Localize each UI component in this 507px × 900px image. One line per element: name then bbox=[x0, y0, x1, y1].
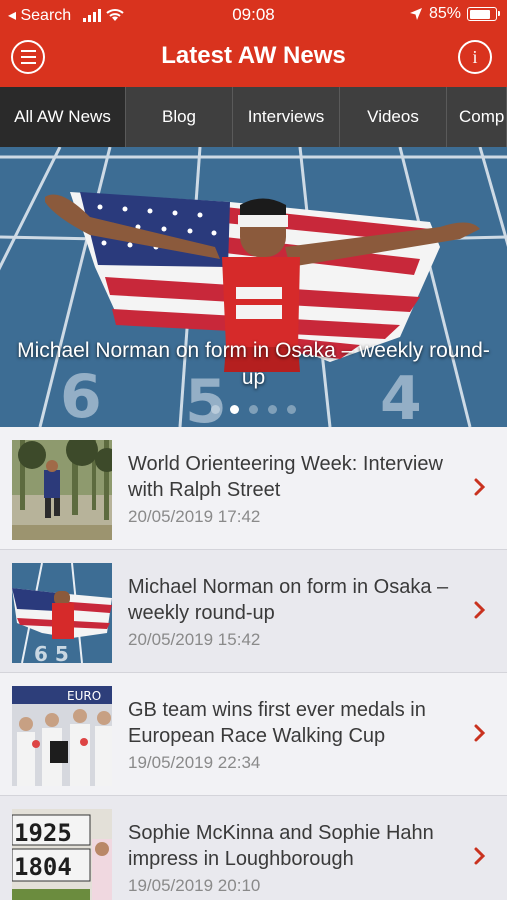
carousel-dot[interactable] bbox=[287, 405, 296, 414]
list-item[interactable]: EURO GB team wins first ever medals in E… bbox=[0, 673, 507, 796]
article-date: 20/05/2019 17:42 bbox=[128, 507, 261, 526]
article-list: World Orienteering Week: Interview with … bbox=[0, 427, 507, 900]
carousel-dot[interactable] bbox=[211, 405, 220, 414]
info-icon: i bbox=[472, 46, 478, 67]
hero-caption[interactable]: Michael Norman on form in Osaka – weekly… bbox=[10, 337, 497, 391]
article-thumbnail: 1925 1804 bbox=[12, 809, 112, 900]
tab-blog[interactable]: Blog bbox=[126, 87, 233, 147]
status-bar: ◂ Search 09:08 85% bbox=[0, 0, 507, 30]
article-date: 20/05/2019 15:42 bbox=[128, 630, 261, 649]
carousel-dot[interactable] bbox=[268, 405, 277, 414]
page-title: Latest AW News bbox=[161, 42, 346, 69]
article-headline: Sophie McKinna and Sophie Hahn impress i… bbox=[128, 822, 434, 870]
battery-fill bbox=[469, 9, 490, 19]
list-item[interactable]: World Orienteering Week: Interview with … bbox=[0, 427, 507, 550]
chevron-right-icon bbox=[474, 601, 486, 619]
chevron-right-icon bbox=[474, 847, 486, 865]
svg-text:1804: 1804 bbox=[14, 853, 72, 881]
info-button[interactable]: i bbox=[458, 40, 492, 74]
article-thumbnail bbox=[12, 440, 112, 540]
svg-text:EURO: EURO bbox=[67, 689, 101, 703]
battery-percent: 85% bbox=[428, 5, 461, 22]
list-item[interactable]: 1925 1804 Sophie McKinna and Sophie Hahn… bbox=[0, 796, 507, 900]
carousel-pagination[interactable] bbox=[0, 405, 507, 414]
article-headline: GB team wins first ever medals in Europe… bbox=[128, 699, 426, 747]
list-item[interactable]: 6 5 Michael Norman on form in Osaka – we… bbox=[0, 550, 507, 673]
svg-text:6 5: 6 5 bbox=[34, 642, 69, 663]
tab-competitions[interactable]: Comp bbox=[447, 87, 507, 147]
battery-icon bbox=[467, 7, 500, 21]
chevron-right-icon bbox=[474, 478, 486, 496]
article-headline: Michael Norman on form in Osaka – weekly… bbox=[128, 576, 449, 624]
tab-interviews[interactable]: Interviews bbox=[233, 87, 340, 147]
chevron-right-icon bbox=[474, 724, 486, 742]
article-thumbnail: EURO bbox=[12, 686, 112, 786]
tab-all-aw-news[interactable]: All AW News bbox=[0, 87, 126, 147]
article-thumbnail: 6 5 bbox=[12, 563, 112, 663]
tab-videos[interactable]: Videos bbox=[340, 87, 447, 147]
location-arrow-icon bbox=[409, 8, 422, 20]
featured-carousel[interactable]: 654 Michael Norman on form in Osaka – we… bbox=[0, 147, 507, 427]
category-tabs: All AW News Blog Interviews Videos Comp bbox=[0, 87, 507, 147]
article-headline: World Orienteering Week: Interview with … bbox=[128, 453, 443, 501]
carousel-dot[interactable] bbox=[249, 405, 258, 414]
article-date: 19/05/2019 20:10 bbox=[128, 876, 261, 895]
svg-text:1925: 1925 bbox=[14, 819, 72, 847]
app-header: Latest AW News i bbox=[0, 30, 507, 87]
article-date: 19/05/2019 22:34 bbox=[128, 753, 261, 772]
carousel-dot[interactable] bbox=[230, 405, 239, 414]
